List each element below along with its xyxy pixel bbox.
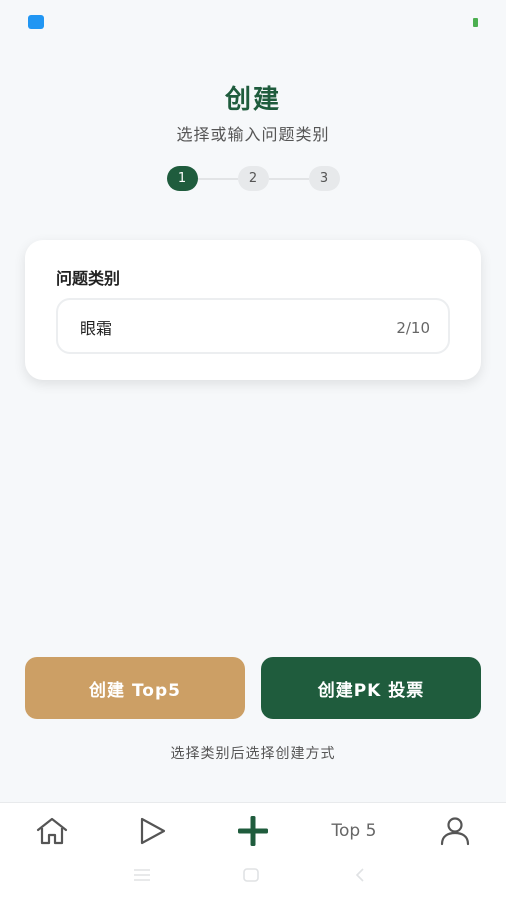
step-2: 2	[237, 166, 269, 191]
category-input[interactable]: 眼霜 2/10	[56, 298, 450, 354]
step-indicator: 1 2 3	[0, 166, 506, 191]
home-square-icon[interactable]	[241, 867, 261, 883]
create-screen: 创建 选择或输入问题类别 1 2 3 问题类别 眼霜 2/10 创建 Top5 …	[0, 0, 506, 900]
nav-top5[interactable]: Top 5	[318, 813, 390, 849]
menu-icon[interactable]	[132, 867, 152, 883]
nav-me[interactable]	[435, 813, 475, 849]
nav-create[interactable]	[233, 813, 273, 849]
notification-app-icon	[28, 15, 44, 29]
category-card: 问题类别 眼霜 2/10	[25, 240, 481, 380]
status-right	[473, 17, 478, 27]
category-input-value: 眼霜	[80, 319, 113, 338]
back-icon[interactable]	[352, 867, 368, 883]
step-connector	[197, 177, 238, 180]
step-1: 1	[166, 166, 198, 191]
status-bar	[0, 0, 506, 44]
create-pk-vote-button[interactable]: 创建PK 投票	[261, 657, 481, 719]
page-title: 创建	[224, 85, 281, 115]
plus-icon	[238, 816, 268, 846]
step-connector	[268, 177, 309, 180]
nav-home[interactable]	[32, 813, 72, 849]
create-top5-button[interactable]: 创建 Top5	[25, 657, 245, 719]
char-count: 2/10	[396, 319, 430, 337]
nav-play[interactable]	[132, 813, 172, 849]
user-icon	[440, 817, 470, 846]
play-icon	[140, 817, 166, 845]
battery-icon	[473, 17, 478, 27]
status-left	[28, 15, 44, 29]
bottom-nav: Top 5	[0, 802, 506, 900]
hint-text: 选择类别后选择创建方式	[170, 746, 336, 762]
category-label: 问题类别	[56, 269, 121, 288]
system-nav-bar	[0, 863, 506, 893]
home-icon	[36, 817, 68, 845]
page-subtitle: 选择或输入问题类别	[176, 125, 330, 144]
step-3: 3	[308, 166, 340, 191]
